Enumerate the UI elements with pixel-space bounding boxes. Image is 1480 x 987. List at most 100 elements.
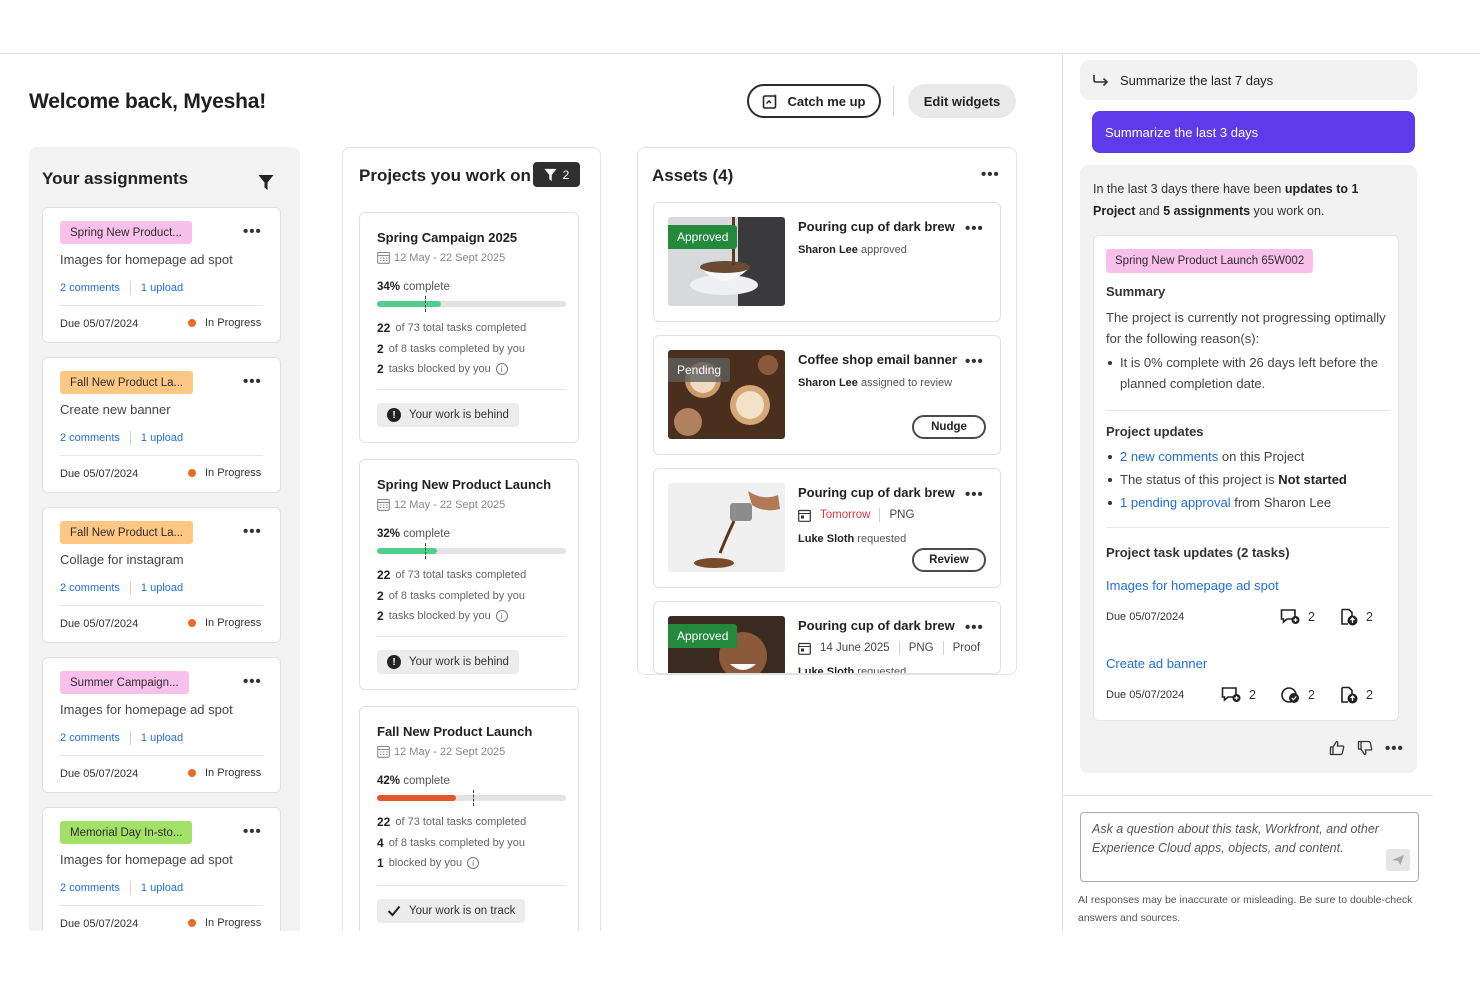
assignment-card[interactable]: Spring New Product... ••• Images for hom… <box>42 207 281 343</box>
more-options-icon[interactable]: ••• <box>965 620 984 635</box>
filter-button[interactable]: 2 <box>533 162 580 187</box>
summary-heading: Summary <box>1106 284 1166 299</box>
filter-icon[interactable] <box>258 174 274 191</box>
asset-card[interactable]: Pouring cup of dark brew ••• Tomorrow PN… <box>653 468 1001 588</box>
more-options-icon[interactable]: ••• <box>243 524 262 539</box>
divider <box>1106 410 1390 411</box>
asset-thumbnail[interactable] <box>668 483 785 572</box>
asset-person: Luke Sloth <box>798 533 855 545</box>
checkmark-icon <box>387 905 401 917</box>
blocked-tasks-count: 2 <box>377 609 384 623</box>
edit-widgets-button[interactable]: Edit widgets <box>908 84 1016 118</box>
asset-format: PNG <box>889 509 915 521</box>
info-icon[interactable]: i <box>495 610 508 622</box>
assignment-title: Images for homepage ad spot <box>60 252 233 267</box>
comments-link[interactable]: 2 comments <box>60 882 120 894</box>
catch-me-up-button[interactable]: Catch me up <box>747 84 881 118</box>
more-options-icon[interactable]: ••• <box>965 354 984 369</box>
more-options-icon[interactable]: ••• <box>981 167 1000 182</box>
alert-icon: ! <box>387 408 401 422</box>
previous-prompt[interactable]: Summarize the last 7 days <box>1080 60 1417 100</box>
assignment-title: Images for homepage ad spot <box>60 852 233 867</box>
project-card[interactable]: Fall New Product Launch 12 May - 22 Sept… <box>359 706 579 931</box>
my-tasks-completed-label: of 8 tasks completed by you <box>388 590 526 602</box>
progress-bar <box>377 543 566 559</box>
status-badge: In Progress <box>188 767 261 779</box>
assignment-title: Create new banner <box>60 402 171 417</box>
comments-link[interactable]: 2 comments <box>60 582 120 594</box>
send-button[interactable] <box>1386 849 1410 871</box>
divider <box>129 731 131 745</box>
page-bottom <box>0 931 1480 987</box>
project-tag[interactable]: Spring New Product Launch 65W002 <box>1106 249 1314 273</box>
more-options-icon[interactable]: ••• <box>1385 741 1404 756</box>
comment-count-value: 2 <box>1308 609 1315 624</box>
progress-bar <box>377 790 566 806</box>
uploads-link[interactable]: 1 upload <box>141 582 183 594</box>
intro-end: you work on. <box>1253 204 1325 218</box>
uploads-link[interactable]: 1 upload <box>141 882 183 894</box>
comments-link[interactable]: 2 comments <box>60 432 120 444</box>
progress-label: complete <box>403 281 450 293</box>
assistant-panel: Summarize the last 7 days Summarize the … <box>1062 54 1480 931</box>
blocked-tasks-label: tasks blocked by you <box>388 363 491 375</box>
asset-action: approved <box>860 244 907 256</box>
status-badge: In Progress <box>188 617 261 629</box>
asset-thumbnail[interactable]: Approved <box>668 217 785 306</box>
my-tasks-completed-label: of 8 tasks completed by you <box>388 343 526 355</box>
project-card[interactable]: Spring New Product Launch 12 May - 22 Se… <box>359 459 579 690</box>
asset-title: Coffee shop email banner <box>798 352 957 367</box>
review-button[interactable]: Review <box>912 548 986 572</box>
thumbs-up-icon[interactable] <box>1329 740 1345 756</box>
comments-link[interactable]: 2 comments <box>60 732 120 744</box>
assignment-card[interactable]: Fall New Product La... ••• Collage for i… <box>42 507 281 643</box>
divider <box>1106 527 1390 528</box>
divider <box>879 508 881 522</box>
info-icon[interactable]: i <box>495 363 508 375</box>
thumbs-down-icon[interactable] <box>1357 740 1373 756</box>
uploads-link[interactable]: 1 upload <box>141 432 183 444</box>
asset-card[interactable]: Pending Coffee shop email banner ••• Sha… <box>653 335 1001 455</box>
task-updates-heading: Project task updates (2 tasks) <box>1106 545 1290 560</box>
page-title: Welcome back, Myesha! <box>29 90 267 113</box>
more-options-icon[interactable]: ••• <box>243 674 262 689</box>
updates-heading: Project updates <box>1106 424 1204 439</box>
more-options-icon[interactable]: ••• <box>243 374 262 389</box>
project-tag: Summer Campaign... <box>60 671 189 694</box>
intro-and: and <box>1138 204 1160 218</box>
alert-icon: ! <box>387 655 401 669</box>
divider <box>377 885 566 886</box>
assignment-card[interactable]: Memorial Day In-sto... ••• Images for ho… <box>42 807 281 931</box>
uploads-link[interactable]: 1 upload <box>141 282 183 294</box>
assistant-response: In the last 3 days there have been updat… <box>1080 165 1417 773</box>
edit-widgets-label: Edit widgets <box>923 93 1001 109</box>
task-link[interactable]: Create ad banner <box>1106 656 1207 671</box>
project-dates: 12 May - 22 Sept 2025 <box>394 745 506 758</box>
more-options-icon[interactable]: ••• <box>965 221 984 236</box>
assignment-card[interactable]: Fall New Product La... ••• Create new ba… <box>42 357 281 493</box>
more-options-icon[interactable]: ••• <box>243 824 262 839</box>
blocked-tasks-count: 1 <box>377 856 384 870</box>
new-comments-link[interactable]: 2 new comments <box>1120 449 1218 464</box>
info-icon[interactable]: i <box>467 857 480 869</box>
pending-approval-link[interactable]: 1 pending approval <box>1120 495 1231 510</box>
more-options-icon[interactable]: ••• <box>965 487 984 502</box>
ask-input[interactable]: Ask a question about this task, Workfron… <box>1080 812 1419 882</box>
project-card[interactable]: Spring Campaign 2025 12 May - 22 Sept 20… <box>359 212 579 443</box>
asset-card[interactable]: Approved Pouring cup of dark brew ••• Sh… <box>653 202 1001 322</box>
task-link[interactable]: Images for homepage ad spot <box>1106 578 1279 593</box>
asset-thumbnail[interactable]: Approved <box>668 616 785 673</box>
uploads-link[interactable]: 1 upload <box>141 732 183 744</box>
status-label: In Progress <box>205 917 262 929</box>
assignment-card[interactable]: Summer Campaign... ••• Images for homepa… <box>42 657 281 793</box>
asset-thumbnail[interactable]: Pending <box>668 350 785 439</box>
project-tag: Memorial Day In-sto... <box>60 821 193 844</box>
nudge-button[interactable]: Nudge <box>912 415 986 439</box>
tasks-completed-label: of 73 total tasks completed <box>395 816 527 828</box>
project-status: Not started <box>1278 472 1347 487</box>
comments-link[interactable]: 2 comments <box>60 282 120 294</box>
status-label: In Progress <box>205 767 262 779</box>
update-item: 1 pending approval from Sharon Lee <box>1106 492 1391 513</box>
asset-card[interactable]: Approved Pouring cup of dark brew ••• 14… <box>653 601 1001 674</box>
more-options-icon[interactable]: ••• <box>243 224 262 239</box>
